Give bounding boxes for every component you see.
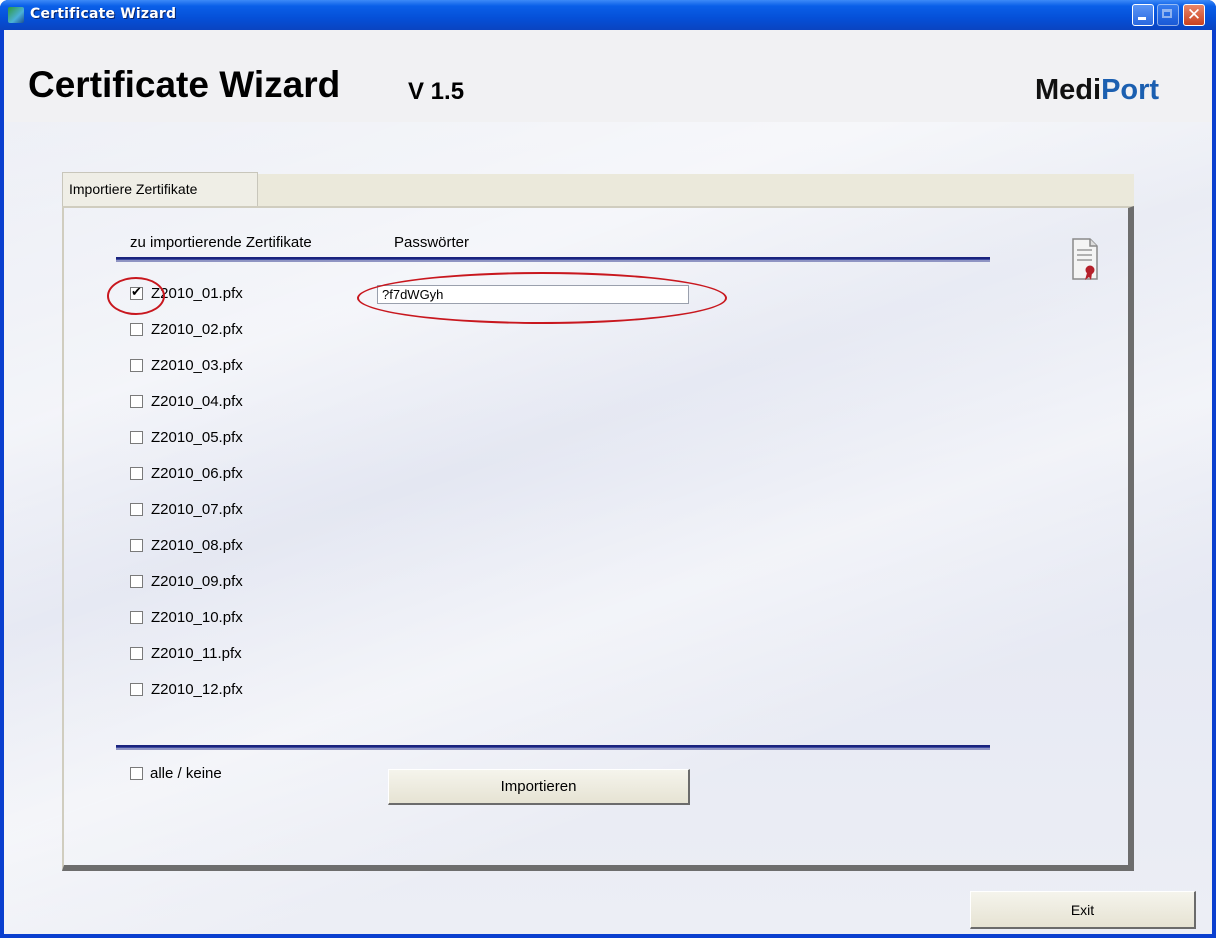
header-divider <box>116 257 990 262</box>
import-button[interactable]: Importieren <box>388 769 690 805</box>
certificate-label: Z2010_12.pfx <box>151 681 243 698</box>
certificate-label: Z2010_03.pfx <box>151 357 243 374</box>
certificate-checkbox[interactable] <box>130 359 143 372</box>
column-header-passwords: Passwörter <box>394 234 470 251</box>
tab-strip <box>258 174 1134 208</box>
column-header-certificates: zu importierende Zertifikate <box>130 234 312 251</box>
page-title: Certificate Wizard <box>28 64 341 105</box>
brand-name-part2: Port <box>1101 74 1160 106</box>
close-button[interactable]: ✕ <box>1183 4 1205 26</box>
select-all-checkbox[interactable] <box>130 767 143 780</box>
certificate-label: Z2010_06.pfx <box>151 465 243 482</box>
select-all-label: alle / keine <box>150 765 222 782</box>
version-label: V 1.5 <box>408 78 465 105</box>
brand-logo: MediPort <box>1035 74 1159 107</box>
certificate-label: Z2010_07.pfx <box>151 501 243 518</box>
certificate-label: Z2010_11.pfx <box>151 645 242 662</box>
app-icon <box>8 7 24 23</box>
certificate-label: Z2010_10.pfx <box>151 609 243 626</box>
brand-name-part1: Medi <box>1035 74 1102 106</box>
certificate-checkbox[interactable] <box>130 503 143 516</box>
certificate-label: Z2010_08.pfx <box>151 537 243 554</box>
certificate-checkbox[interactable] <box>130 611 143 624</box>
certificate-document-icon <box>1072 238 1098 280</box>
annotation-checkbox-highlight <box>107 277 165 315</box>
window-title: Certificate Wizard <box>30 6 177 22</box>
certificate-checkbox[interactable] <box>130 467 143 480</box>
certificate-checkbox[interactable] <box>130 647 143 660</box>
certificate-checkbox[interactable] <box>130 395 143 408</box>
tab-import-certificates[interactable]: Importiere Zertifikate <box>62 172 258 208</box>
certificate-checkbox[interactable] <box>130 323 143 336</box>
tab-label: Importiere Zertifikate <box>69 181 198 197</box>
title-bar[interactable]: Certificate Wizard ✕ <box>0 0 1216 30</box>
close-icon: ✕ <box>1186 5 1202 25</box>
footer-divider <box>116 745 990 750</box>
certificate-label: Z2010_04.pfx <box>151 393 243 410</box>
exit-button[interactable]: Exit <box>970 891 1196 929</box>
certificate-checkbox[interactable] <box>130 431 143 444</box>
app-window: Certificate Wizard ✕ Certificate Wizard … <box>0 0 1216 938</box>
annotation-password-highlight <box>357 272 727 324</box>
certificate-checkbox[interactable] <box>130 575 143 588</box>
maximize-button[interactable] <box>1157 4 1179 26</box>
certificate-checkbox[interactable] <box>130 539 143 552</box>
certificate-label: Z2010_09.pfx <box>151 573 243 590</box>
certificate-label: Z2010_02.pfx <box>151 321 243 338</box>
minimize-button[interactable] <box>1132 4 1154 26</box>
certificate-label: Z2010_05.pfx <box>151 429 243 446</box>
certificate-checkbox[interactable] <box>130 683 143 696</box>
